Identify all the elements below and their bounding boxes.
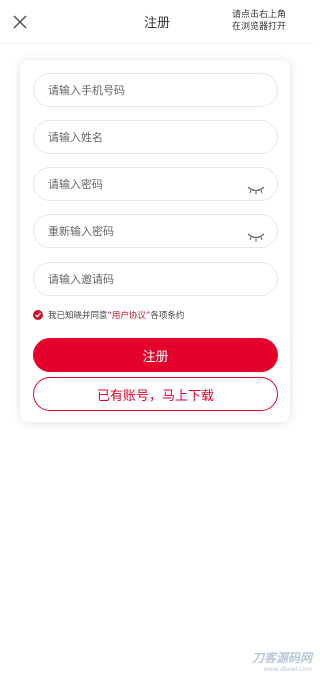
phone-input[interactable] bbox=[34, 74, 277, 106]
name-input[interactable] bbox=[34, 121, 277, 153]
register-button[interactable]: 注册 bbox=[33, 338, 278, 372]
invite-code-input[interactable] bbox=[34, 263, 277, 295]
checkbox-checked-icon[interactable] bbox=[33, 310, 43, 320]
browser-hint: 请点击右上角 在浏览器打开 bbox=[232, 9, 296, 33]
eye-closed-icon[interactable] bbox=[247, 180, 265, 195]
confirm-password-input[interactable] bbox=[34, 215, 277, 247]
register-card: 我已知晓并同意 “用户协议” 各项条约 注册 已有账号，马上下载 bbox=[20, 60, 290, 422]
password-field-wrapper bbox=[33, 167, 278, 201]
watermark-url: www.dkewl.com bbox=[263, 666, 312, 673]
user-agreement-link[interactable]: “用户协议” bbox=[108, 309, 151, 321]
watermark-logo: 刀客源码网 www.dkewl.com bbox=[252, 649, 312, 673]
confirm-field-wrapper bbox=[33, 214, 278, 248]
name-field-wrapper bbox=[33, 120, 278, 154]
eye-closed-icon[interactable] bbox=[247, 227, 265, 242]
agreement-prefix: 我已知晓并同意 bbox=[48, 311, 108, 321]
login-download-button[interactable]: 已有账号，马上下载 bbox=[33, 377, 278, 411]
top-bar: 注册 请点击右上角 在浏览器打开 bbox=[0, 0, 314, 44]
hint-line-1: 请点击右上角 bbox=[232, 10, 287, 20]
invite-field-wrapper bbox=[33, 262, 278, 296]
watermark-title: 刀客源码网 bbox=[251, 651, 312, 665]
agreement-suffix: 各项条约 bbox=[150, 311, 185, 321]
hint-line-2: 在浏览器打开 bbox=[232, 22, 287, 32]
agreement-row: 我已知晓并同意 “用户协议” 各项条约 bbox=[33, 309, 184, 321]
password-input[interactable] bbox=[34, 168, 277, 200]
phone-field-wrapper bbox=[33, 73, 278, 107]
